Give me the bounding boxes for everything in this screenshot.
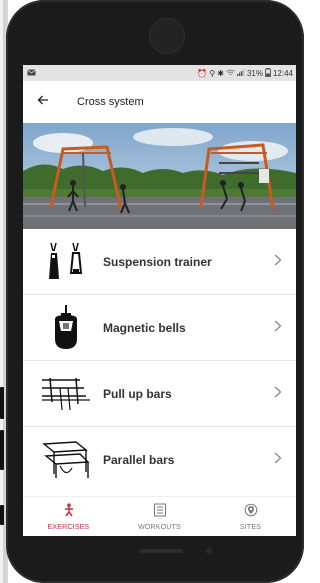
battery-icon [265, 67, 271, 79]
item-label: Suspension trainer [103, 254, 212, 269]
item-label: Magnetic bells [103, 320, 186, 335]
chevron-right-icon [274, 385, 282, 403]
wifi-icon [226, 69, 235, 78]
list-item[interactable]: Suspension trainer [23, 229, 296, 295]
nav-sites[interactable]: SITES [205, 497, 296, 536]
volume-button [0, 387, 4, 419]
nav-label-workouts: WORKOUTS [138, 523, 181, 531]
mail-icon [27, 68, 36, 78]
back-arrow-icon[interactable] [37, 94, 57, 110]
app-bar: Cross system [23, 81, 296, 123]
equipment-list: Suspension trainer Magnetic bells Pull u… [23, 229, 296, 493]
speaker [139, 549, 183, 553]
magnetic-bells-icon [35, 295, 97, 361]
exercise-icon [62, 502, 76, 522]
sensor [206, 548, 212, 554]
list-item[interactable]: Magnetic bells [23, 295, 296, 361]
parallel-bars-icon [35, 427, 97, 493]
sites-icon [244, 503, 258, 522]
item-label: Pull up bars [103, 386, 172, 401]
suspension-trainer-icon [35, 229, 97, 295]
clock: 12:44 [272, 68, 293, 78]
side-key [0, 505, 4, 525]
screen: ⏰ ⚲ ✱ 31% 12:44 Cross system Suspension … [23, 65, 296, 536]
list-item[interactable]: Parallel bars [23, 427, 296, 493]
nav-exercises[interactable]: EXERCISES [23, 497, 114, 536]
pull-up-bars-icon [35, 361, 97, 427]
location-icon: ⚲ [209, 68, 216, 78]
camera [149, 18, 185, 54]
bottom-nav: EXERCISES WORKOUTS SITES [23, 496, 296, 536]
nav-label-exercises: EXERCISES [47, 523, 90, 531]
page-title: Cross system [77, 96, 144, 108]
chevron-right-icon [274, 451, 282, 469]
power-button [0, 430, 4, 470]
battery-percent: 31% [246, 68, 263, 78]
bluetooth-icon: ✱ [217, 68, 224, 78]
chevron-right-icon [274, 253, 282, 271]
alarm-icon: ⏰ [197, 68, 208, 78]
list-item[interactable]: Pull up bars [23, 361, 296, 427]
workouts-icon [153, 503, 167, 522]
nav-label-sites: SITES [239, 523, 262, 531]
status-bar: ⏰ ⚲ ✱ 31% 12:44 [23, 65, 296, 81]
chevron-right-icon [274, 319, 282, 337]
nav-workouts[interactable]: WORKOUTS [114, 497, 205, 536]
signal-icon [236, 68, 245, 78]
item-label: Parallel bars [103, 453, 175, 467]
hero-image [23, 123, 296, 229]
